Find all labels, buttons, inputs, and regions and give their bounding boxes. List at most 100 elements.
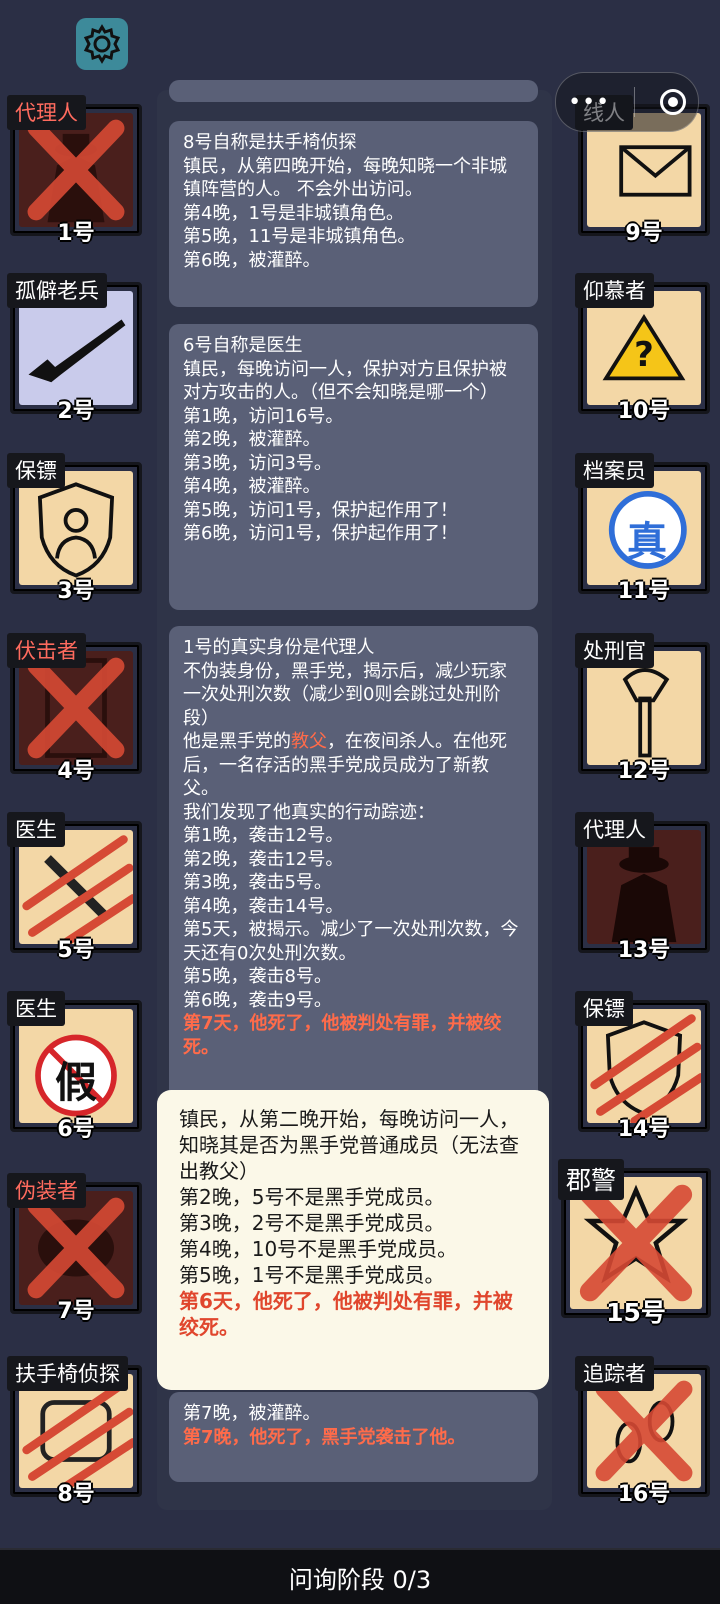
shield-person-icon bbox=[19, 471, 133, 585]
eliminated-x-mark bbox=[27, 1197, 125, 1299]
popup-line: 第4晚，10号不是黑手党成员。 bbox=[179, 1237, 458, 1261]
player-card-13[interactable]: 代理人 13号 bbox=[575, 812, 710, 963]
role-label: 保镖 bbox=[7, 453, 65, 488]
player-card-4[interactable]: 伏击者 4号 bbox=[7, 633, 142, 784]
message-line: 第1晚，袭击12号。 bbox=[183, 825, 344, 846]
role-label: 代理人 bbox=[7, 95, 86, 130]
player-card-10[interactable]: ? 仰慕者 10号 bbox=[575, 273, 710, 424]
player-card-14[interactable]: 保镖 14号 bbox=[575, 991, 710, 1142]
player-number: 13号 bbox=[617, 938, 671, 963]
message-line: 第5晚，11号是非城镇角色。 bbox=[183, 226, 416, 247]
warning-question-icon: ? bbox=[587, 291, 701, 405]
message-line: 第5晚，访问1号，保护起作用了！ bbox=[183, 499, 458, 521]
miniprogram-capsule: ••• bbox=[555, 72, 699, 132]
role-label: 医生 bbox=[7, 812, 65, 847]
message-card: 1号的真实身份是代理人 不伪装身份，黑手党，揭示后，减少玩家一次处刑次数（减少到… bbox=[169, 626, 538, 1106]
player-number: 14号 bbox=[617, 1117, 671, 1142]
message-line: 第1晚，访问16号。 bbox=[183, 405, 344, 427]
death-notice: 第6天，他死了，他被判处有罪，并被绞死。 bbox=[179, 1289, 513, 1339]
message-line: 第4晚，1号是非城镇角色。 bbox=[183, 202, 404, 224]
message-line: 不伪装身份，黑手党，揭示后，减少玩家一次处刑次数（减少到0则会跳过处刑阶段） bbox=[183, 660, 507, 729]
player-number: 1号 bbox=[57, 221, 95, 246]
message-line: 第4晚，袭击14号。 bbox=[183, 895, 344, 917]
claw-scratch-mark bbox=[22, 835, 133, 944]
stamp-text: 真 bbox=[627, 519, 667, 565]
player-number: 16号 bbox=[617, 1482, 671, 1507]
death-notice: 第7晚，他死了，黑手党袭击了他。 bbox=[183, 1426, 466, 1448]
role-label: 追踪者 bbox=[575, 1356, 654, 1391]
player-card-15[interactable]: 郡警 15号 bbox=[558, 1159, 711, 1327]
role-label: 扶手椅侦探 bbox=[7, 1356, 128, 1391]
message-line: 第6晚，袭击9号。 bbox=[183, 989, 332, 1011]
player-card-5[interactable]: 医生 5号 bbox=[7, 812, 142, 963]
role-label: 伪装者 bbox=[7, 1173, 86, 1208]
player-card-16[interactable]: 追踪者 16号 bbox=[575, 1356, 710, 1507]
more-menu-button[interactable]: ••• bbox=[568, 90, 610, 115]
player-card-11[interactable]: 真 档案员 11号 bbox=[575, 453, 710, 604]
message-line: 8号自称是扶手椅侦探 bbox=[183, 132, 357, 153]
player-number: 5号 bbox=[57, 938, 95, 963]
message-line: 第5晚，袭击8号。 bbox=[183, 966, 332, 987]
eliminated-x-mark bbox=[27, 657, 125, 759]
message-card: 6号自称是医生 镇民，每晚访问一人，保护对方且保护被对方攻击的人。（但不会知晓是… bbox=[169, 324, 538, 610]
role-label: 伏击者 bbox=[7, 633, 86, 668]
player-number: 2号 bbox=[57, 399, 95, 424]
close-target-icon[interactable] bbox=[659, 89, 686, 115]
message-card: 第7晚，被灌醉。 第7晚，他死了，黑手党袭击了他。 bbox=[169, 1392, 538, 1482]
popup-line: 镇民，从第二晚开始，每晚访问一人，知晓其是否为黑手党普通成员（无法查出教父） bbox=[179, 1107, 519, 1183]
gear-icon bbox=[83, 24, 121, 64]
player-card-1[interactable]: 代理人 1号 bbox=[7, 95, 142, 246]
rifle-icon bbox=[19, 291, 133, 405]
stamp-text: 假 bbox=[54, 1058, 97, 1107]
player-card-12[interactable]: 处刑官 12号 bbox=[575, 633, 710, 784]
message-line: 第3晚，访问3号。 bbox=[183, 452, 332, 474]
popup-line: 第3晚，2号不是黑手党成员。 bbox=[179, 1211, 445, 1235]
message-line: 6号自称是医生 bbox=[183, 335, 303, 356]
settings-button[interactable] bbox=[76, 18, 128, 70]
syringe-icon bbox=[19, 830, 133, 944]
role-label: 档案员 bbox=[575, 453, 654, 488]
role-label: 仰慕者 bbox=[575, 273, 654, 308]
player-number: 9号 bbox=[625, 221, 663, 246]
player-number: 11号 bbox=[617, 579, 671, 604]
player-number: 3号 bbox=[57, 579, 95, 604]
player-card-6[interactable]: 假 医生 6号 bbox=[7, 991, 142, 1142]
role-label: 医生 bbox=[7, 991, 65, 1026]
mask-icon bbox=[19, 1191, 133, 1305]
popup-line: 第5晚，1号不是黑手党成员。 bbox=[179, 1263, 445, 1287]
door-icon bbox=[19, 651, 133, 765]
axe-icon bbox=[587, 651, 701, 765]
message-card: 8号自称是扶手椅侦探 镇民，从第四晚开始，每晚知晓一个非城镇阵营的人。 不会外出… bbox=[169, 121, 538, 307]
player-card-3[interactable]: 保镖 3号 bbox=[7, 453, 142, 604]
capsule-divider bbox=[634, 87, 636, 117]
message-line: 第6晚，被灌醉。 bbox=[183, 249, 321, 271]
godfather-keyword: 教父 bbox=[291, 731, 327, 752]
phase-bar[interactable]: 问询阶段 0/3 bbox=[0, 1548, 720, 1604]
player-number: 6号 bbox=[57, 1117, 95, 1142]
stamp-text: ? bbox=[634, 335, 654, 375]
player-card-2[interactable]: 孤僻老兵 2号 bbox=[7, 273, 142, 424]
message-line: 第6晚，访问1号，保护起作用了！ bbox=[183, 523, 458, 544]
message-line: 第3晚，袭击5号。 bbox=[183, 872, 332, 893]
eliminated-x-mark bbox=[595, 1380, 693, 1482]
agent-coat-icon bbox=[587, 830, 701, 944]
role-label: 处刑官 bbox=[575, 633, 654, 668]
message-line: 镇民，每晚访问一人，保护对方且保护被对方攻击的人。（但不会知晓是哪一个） bbox=[183, 358, 507, 404]
message-line: 第4晚，被灌醉。 bbox=[183, 476, 321, 497]
popup-line: 第2晚，5号不是黑手党成员。 bbox=[179, 1185, 445, 1209]
player-number: 15号 bbox=[606, 1298, 666, 1327]
player-number: 12号 bbox=[617, 759, 671, 784]
player-number: 7号 bbox=[57, 1299, 95, 1324]
real-stamp-icon: 真 bbox=[587, 471, 701, 585]
claw-scratch-mark bbox=[590, 1014, 701, 1123]
shield-person-icon bbox=[587, 1009, 701, 1123]
role-detail-popup[interactable]: 镇民，从第二晚开始，每晚访问一人，知晓其是否为黑手党普通成员（无法查出教父） 第… bbox=[157, 1090, 549, 1390]
message-line: 第2晚，袭击12号。 bbox=[183, 848, 344, 870]
player-number: 8号 bbox=[57, 1482, 95, 1507]
role-label: 保镖 bbox=[575, 991, 633, 1026]
message-line: 镇民，从第四晚开始，每晚知晓一个非城镇阵营的人。 不会外出访问。 bbox=[183, 155, 507, 201]
armchair-icon bbox=[19, 1374, 133, 1488]
player-card-8[interactable]: 扶手椅侦探 8号 bbox=[7, 1356, 142, 1507]
player-card-7[interactable]: 伪装者 7号 bbox=[7, 1173, 142, 1324]
footprint-icon bbox=[587, 1374, 701, 1488]
